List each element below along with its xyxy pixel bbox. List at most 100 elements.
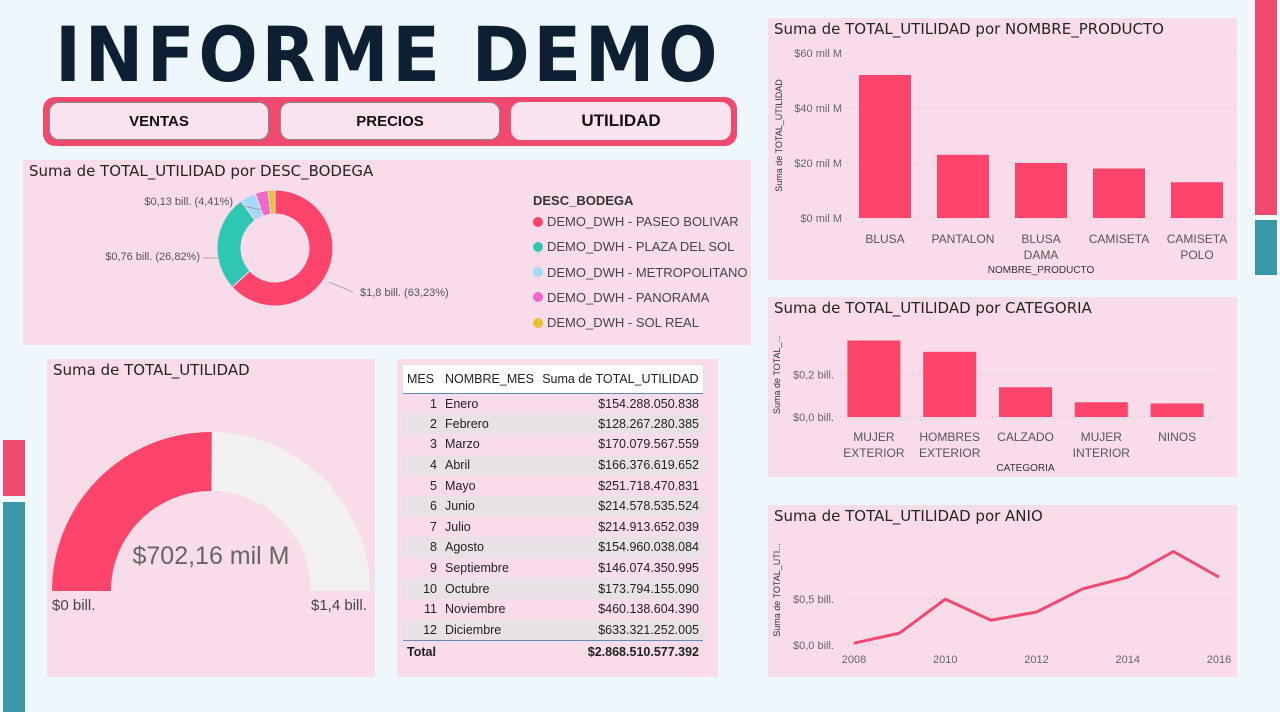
- donut-data-label: $0,13 bill. (4,41%): [144, 196, 233, 208]
- donut-data-label: $0,76 bill. (26,82%): [105, 251, 200, 263]
- donut-legend-title: DESC_BODEGA: [533, 193, 634, 208]
- gauge-max-label: $1,4 bill.: [311, 597, 367, 614]
- table-row[interactable]: 7 Julio $214.913.652.039: [403, 516, 703, 538]
- cell-mes: 11: [403, 598, 441, 620]
- y-tick-label: $60 mil M: [794, 48, 842, 60]
- y-tick-label: $40 mil M: [794, 103, 842, 115]
- legend-item[interactable]: DEMO_DWH - PASEO BOLIVAR: [533, 214, 739, 229]
- y-axis-title: Suma de TOTAL_UTI...: [772, 543, 782, 637]
- gauge-min-label: $0 bill.: [52, 597, 96, 614]
- total-value: $2.868.510.577.392: [538, 639, 703, 665]
- legend-dot: [533, 241, 543, 252]
- cell-total-utilidad: $173.794.155.090: [538, 578, 703, 599]
- table-row[interactable]: 9 Septiembre $146.074.350.995: [403, 557, 703, 579]
- legend-label: DEMO_DWH - PASEO BOLIVAR: [547, 214, 739, 229]
- gauge-value: $702,16 mil M: [132, 542, 290, 570]
- table-row[interactable]: 2 Febrero $128.267.280.385: [403, 413, 703, 435]
- cell-mes: 2: [403, 413, 441, 435]
- cell-nombre-mes: Abril: [441, 454, 539, 476]
- cell-total-utilidad: $146.074.350.995: [538, 557, 703, 579]
- y-axis-title: Suma de TOTAL_UTILIDAD: [774, 79, 784, 192]
- bar[interactable]: [1074, 402, 1128, 417]
- cell-nombre-mes: Diciembre: [441, 619, 539, 641]
- bar[interactable]: [1171, 182, 1223, 218]
- y-tick-label: $0,5 bill.: [793, 594, 834, 606]
- table-row[interactable]: 12 Diciembre $633.321.252.005: [403, 619, 703, 641]
- legend-item[interactable]: DEMO_DWH - PANORAMA: [533, 290, 709, 305]
- legend-item[interactable]: DEMO_DWH - METROPOLITANO: [533, 265, 748, 280]
- table-total-row: Total $2.868.510.577.392: [403, 639, 703, 665]
- cell-nombre-mes: Febrero: [441, 413, 539, 435]
- series-line[interactable]: [853, 550, 1220, 645]
- donut-chart[interactable]: $1,8 bill. (63,23%) $0,76 bill. (26,82%) $…: [23, 160, 523, 345]
- product-chart-card: Suma de TOTAL_UTILIDAD por NOMBRE_PRODUC…: [768, 18, 1237, 280]
- legend-label: DEMO_DWH - SOL REAL: [547, 315, 699, 331]
- bar[interactable]: [937, 154, 989, 218]
- x-tick-label: INTERIOR: [1073, 446, 1131, 460]
- table-row[interactable]: 10 Octubre $173.794.155.090: [403, 578, 703, 599]
- category-bar-chart[interactable]: $0,0 bill. $0,2 bill. MUJER EXTERIOR HOMBRES…: [768, 297, 1237, 477]
- x-tick-label: BLUSA: [865, 232, 904, 246]
- bar[interactable]: [847, 340, 901, 418]
- cell-nombre-mes: Junio: [441, 495, 539, 517]
- legend-label: DEMO_DWH - METROPOLITANO: [547, 264, 748, 280]
- x-tick-label: EXTERIOR: [843, 446, 905, 460]
- table-row[interactable]: 1 Enero $154.288.050.838: [403, 393, 703, 414]
- page-title: INFORME DEMO: [55, 10, 722, 99]
- cell-total-utilidad: $170.079.567.559: [538, 434, 703, 455]
- cell-total-utilidad: $214.578.535.524: [538, 495, 703, 517]
- total-label: Total: [403, 639, 441, 665]
- legend-dot: [533, 216, 543, 227]
- legend-dot: [533, 267, 543, 278]
- total-spacer: [441, 639, 539, 665]
- legend-item[interactable]: DEMO_DWH - SOL REAL: [533, 315, 699, 330]
- y-axis-title: Suma de TOTAL_...: [772, 335, 782, 414]
- x-tick-label: 2010: [933, 654, 957, 666]
- decor-bar-right-teal: [1255, 220, 1277, 275]
- column-header-total-utilidad[interactable]: Suma de TOTAL_UTILIDAD: [538, 365, 703, 394]
- nav-bar: VENTAS PRECIOS UTILIDAD: [43, 97, 737, 146]
- tab-ventas[interactable]: VENTAS: [49, 102, 269, 140]
- cell-total-utilidad: $154.960.038.084: [538, 537, 703, 558]
- gauge-chart[interactable]: [47, 359, 375, 677]
- tab-precios[interactable]: PRECIOS: [280, 102, 500, 140]
- x-tick-label: CAMISETA: [1167, 232, 1227, 246]
- tab-utilidad[interactable]: UTILIDAD: [511, 102, 731, 140]
- table-row[interactable]: 4 Abril $166.376.619.652: [403, 454, 703, 476]
- year-chart-card: Suma de TOTAL_UTILIDAD por ANIO $0,0 bil…: [768, 505, 1237, 677]
- column-header-nombre-mes[interactable]: NOMBRE_MES: [441, 365, 539, 394]
- y-tick-label: $0,2 bill.: [793, 370, 834, 382]
- x-tick-label: 2014: [1116, 654, 1140, 666]
- bar[interactable]: [999, 387, 1052, 417]
- table-row[interactable]: 3 Marzo $170.079.567.559: [403, 434, 703, 455]
- y-tick-label: $0 mil M: [800, 213, 842, 225]
- column-header-mes[interactable]: MES: [403, 365, 441, 394]
- table-row[interactable]: 6 Junio $214.578.535.524: [403, 495, 703, 517]
- decor-bar-left-pink: [3, 440, 25, 496]
- cell-total-utilidad: $154.288.050.838: [538, 393, 703, 414]
- bar[interactable]: [1093, 168, 1145, 219]
- x-tick-label: NINOS: [1158, 430, 1196, 444]
- x-tick-label: CALZADO: [997, 430, 1054, 444]
- cell-mes: 8: [403, 537, 441, 558]
- bar[interactable]: [1150, 403, 1204, 417]
- cell-nombre-mes: Octubre: [441, 578, 539, 599]
- legend-item[interactable]: DEMO_DWH - PLAZA DEL SOL: [533, 239, 734, 254]
- bar[interactable]: [923, 351, 977, 417]
- cell-nombre-mes: Agosto: [441, 537, 539, 558]
- x-axis-title: CATEGORIA: [996, 463, 1054, 474]
- table-row[interactable]: 11 Noviembre $460.138.604.390: [403, 598, 703, 620]
- x-tick-label: MUJER: [1081, 430, 1123, 444]
- year-line-chart[interactable]: $0,0 bill. $0,5 bill. 2008 2010 2012 2014 2016…: [768, 505, 1237, 677]
- x-tick-label: MUJER: [853, 430, 895, 444]
- product-bar-chart[interactable]: $0 mil M $20 mil M $40 mil M $60 mil M BLUSA…: [768, 18, 1237, 280]
- table-row[interactable]: 8 Agosto $154.960.038.084: [403, 537, 703, 558]
- y-tick-label: $0,0 bill.: [793, 412, 834, 424]
- bar[interactable]: [1015, 163, 1067, 218]
- table-row[interactable]: 5 Mayo $251.718.470.831: [403, 475, 703, 496]
- bar[interactable]: [859, 75, 911, 218]
- cell-total-utilidad: $251.718.470.831: [538, 475, 703, 496]
- cell-total-utilidad: $128.267.280.385: [538, 413, 703, 435]
- cell-mes: 12: [403, 619, 441, 641]
- donut-data-label: $1,8 bill. (63,23%): [360, 287, 449, 299]
